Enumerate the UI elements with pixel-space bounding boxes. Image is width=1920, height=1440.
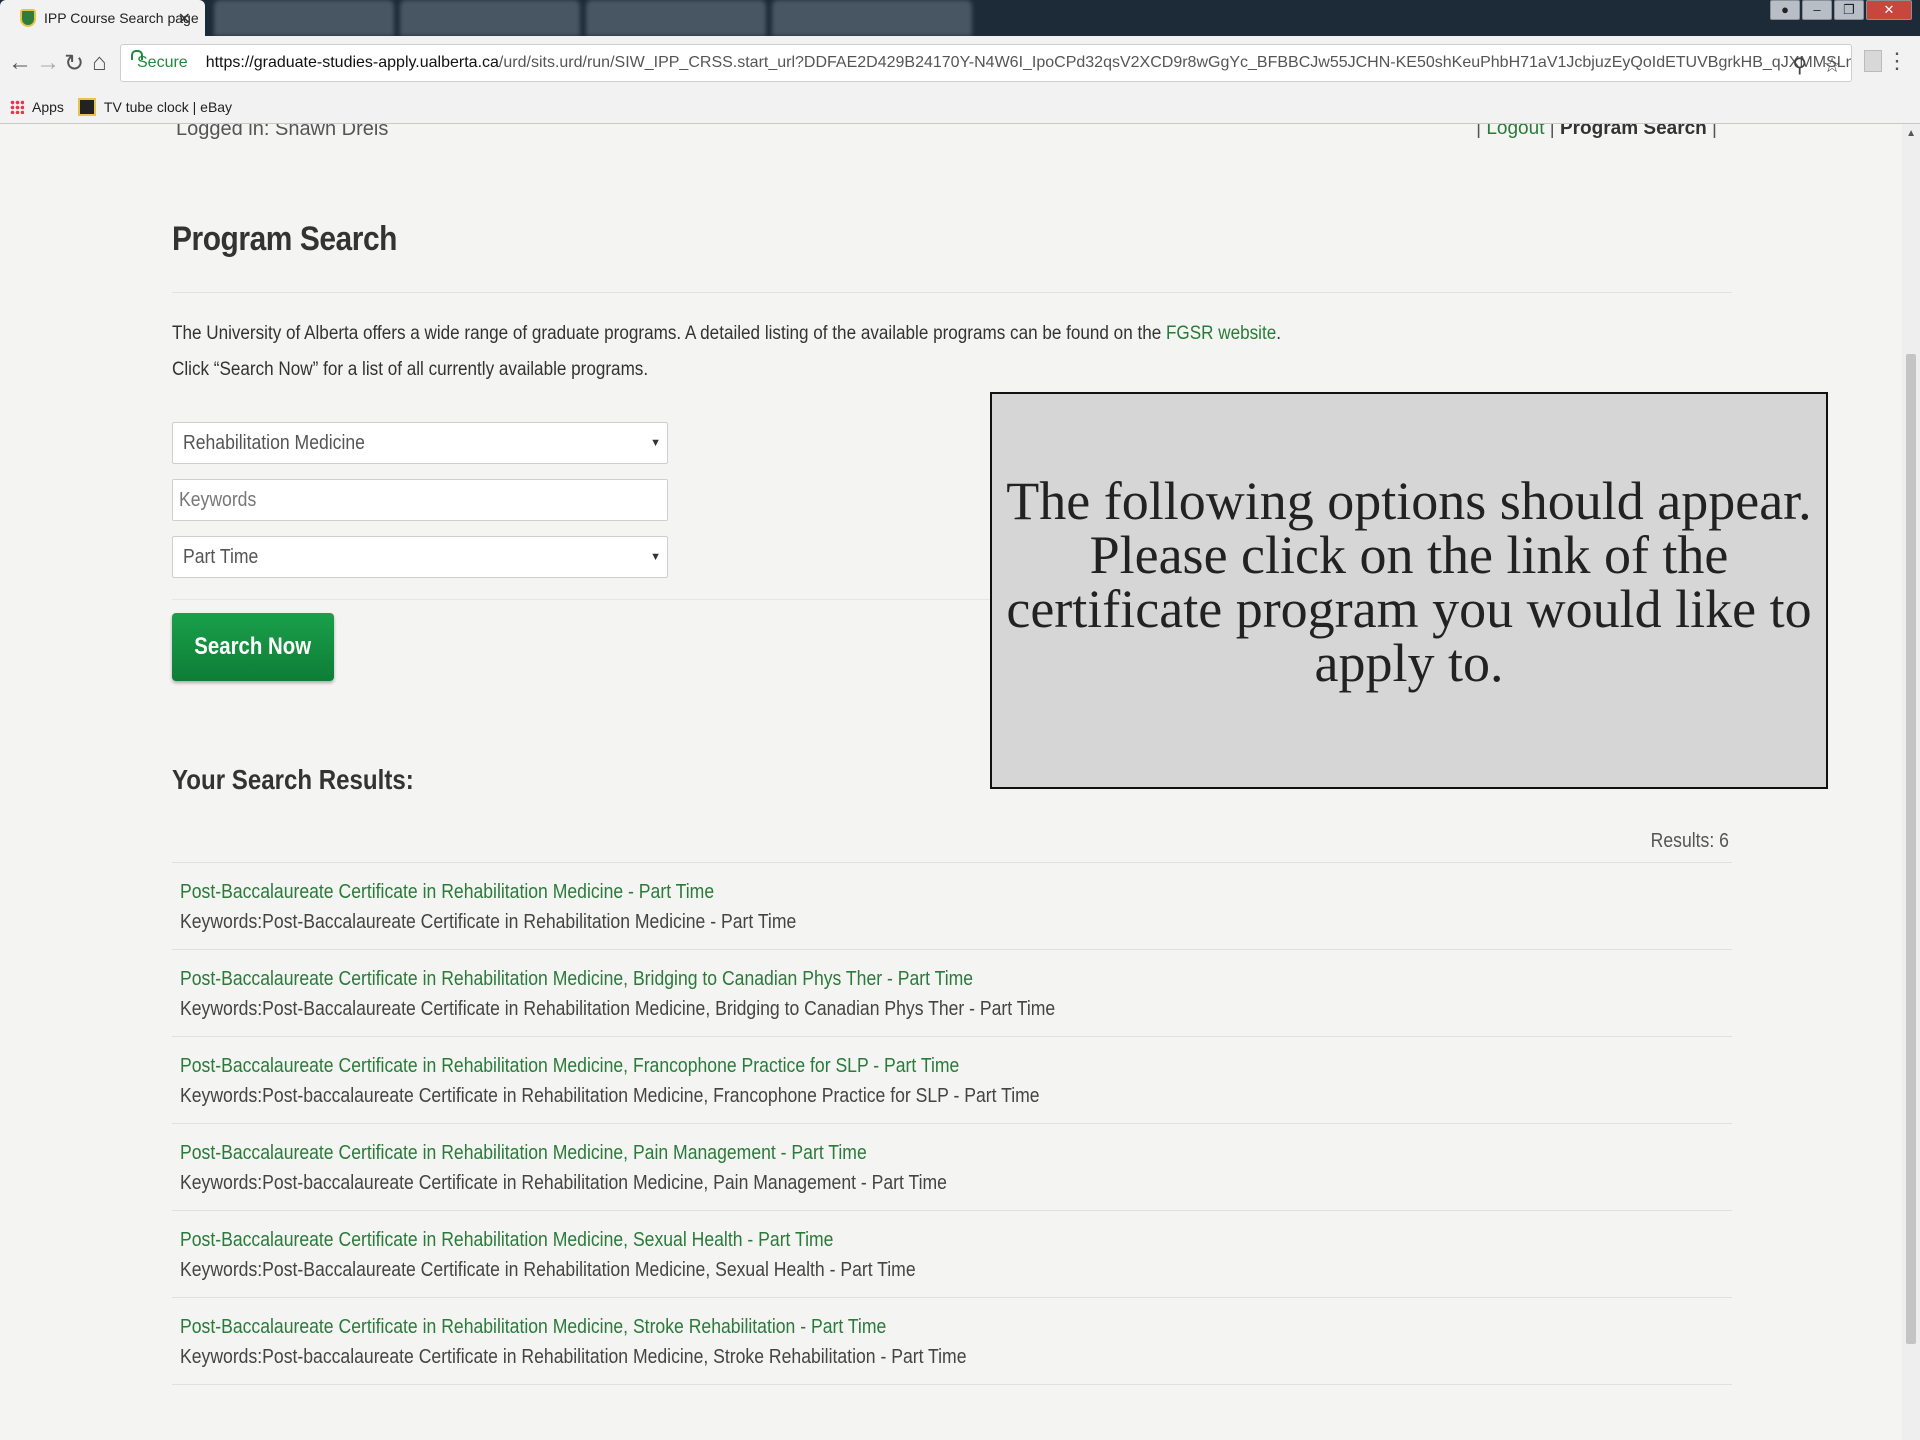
result-keywords: Keywords:Post-Baccalaureate Certificate … <box>180 998 1056 1020</box>
divider <box>172 599 992 600</box>
bookmark-label: TV tube clock | eBay <box>103 98 233 115</box>
result-keywords: Keywords:Post-baccalaureate Certificate … <box>180 1085 1040 1107</box>
program-search-link[interactable]: Program Search <box>1560 124 1707 139</box>
browser-tab[interactable] <box>400 0 580 36</box>
intro-text-span: The University of Alberta offers a wide … <box>172 323 1166 344</box>
bookmark-apps[interactable]: Apps <box>10 99 64 115</box>
list-item: Post-Baccalaureate Certificate in Rehabi… <box>172 950 1732 1037</box>
window-close-icon[interactable]: ✕ <box>1866 0 1912 20</box>
study-mode-select[interactable]: Part Time ▼ <box>172 536 668 578</box>
header-links: | Logout | Program Search | <box>1476 124 1717 140</box>
results-count: Results: 6 <box>1650 830 1729 852</box>
bookmark-star-icon[interactable]: ☆ <box>1823 53 1841 78</box>
list-item: Post-Baccalaureate Certificate in Rehabi… <box>172 1124 1732 1211</box>
department-select[interactable]: Rehabilitation Medicine ▼ <box>172 422 668 464</box>
extension-icon[interactable] <box>1864 50 1882 72</box>
result-keywords: Keywords:Post-Baccalaureate Certificate … <box>180 1259 916 1281</box>
result-link[interactable]: Post-Baccalaureate Certificate in Rehabi… <box>180 964 1546 994</box>
forward-arrow-icon[interactable]: → <box>36 49 60 77</box>
browser-toolbar: ← → ↻ ⌂ Secure https://graduate-studies-… <box>0 36 1920 90</box>
result-link[interactable]: Post-Baccalaureate Certificate in Rehabi… <box>180 1225 1546 1255</box>
result-keywords: Keywords:Post-baccalaureate Certificate … <box>180 1346 967 1368</box>
keywords-input[interactable]: Keywords <box>172 479 668 521</box>
divider <box>172 292 1732 293</box>
minimize-icon[interactable]: – <box>1802 0 1832 20</box>
menu-dots-icon[interactable]: ⋮ <box>1886 48 1908 74</box>
page-scrollbar[interactable]: ▲ <box>1902 124 1920 1440</box>
browser-tab[interactable] <box>586 0 766 36</box>
page-content: Logged in: Shawn Dreis | Logout | Progra… <box>0 124 1920 1440</box>
secure-label: Secure <box>137 54 188 71</box>
url-host: https://graduate-studies-apply.ualberta.… <box>205 54 499 71</box>
user-icon[interactable]: ● <box>1770 0 1800 20</box>
tab-title: IPP Course Search page <box>44 10 199 26</box>
search-now-label: Search Now <box>194 633 312 660</box>
browser-tab-strip: IPP Course Search page ✕ ● – ❐ ✕ <box>0 0 1920 36</box>
intro-period: . <box>1276 323 1281 344</box>
scrollbar-thumb[interactable] <box>1906 354 1916 1344</box>
back-arrow-icon[interactable]: ← <box>8 49 32 77</box>
list-item: Post-Baccalaureate Certificate in Rehabi… <box>172 1211 1732 1298</box>
window-controls: ● – ❐ ✕ <box>1770 0 1912 20</box>
department-select-value: Rehabilitation Medicine <box>183 432 365 454</box>
key-icon[interactable]: ⚲ <box>1792 53 1807 78</box>
reload-icon[interactable]: ↻ <box>64 49 84 78</box>
intro-text: The University of Alberta offers a wide … <box>172 316 1281 388</box>
results-list: Post-Baccalaureate Certificate in Rehabi… <box>172 862 1732 1385</box>
browser-tab[interactable] <box>772 0 972 36</box>
result-link[interactable]: Post-Baccalaureate Certificate in Rehabi… <box>180 1138 1546 1168</box>
intro-line-2: Click “Search Now” for a list of all cur… <box>172 359 649 380</box>
study-mode-select-value: Part Time <box>183 546 259 568</box>
result-link[interactable]: Post-Baccalaureate Certificate in Rehabi… <box>180 1312 1546 1342</box>
dropdown-caret-icon: ▼ <box>650 551 661 563</box>
apps-grid-icon <box>10 99 24 114</box>
list-item: Post-Baccalaureate Certificate in Rehabi… <box>172 1037 1732 1124</box>
university-shield-icon <box>20 9 36 27</box>
results-heading: Your Search Results: <box>172 764 414 795</box>
instruction-callout: The following options should appear. Ple… <box>990 392 1828 789</box>
keywords-placeholder: Keywords <box>179 489 257 511</box>
result-keywords: Keywords:Post-Baccalaureate Certificate … <box>180 911 797 933</box>
page-title: Program Search <box>172 220 397 258</box>
intro-line-1: The University of Alberta offers a wide … <box>172 316 1281 352</box>
bookmark-ebay[interactable]: TV tube clock | eBay <box>77 97 233 116</box>
result-link[interactable]: Post-Baccalaureate Certificate in Rehabi… <box>180 877 1546 907</box>
callout-text: The following options should appear. Ple… <box>1006 470 1812 693</box>
url-path: /urd/sits.urd/run/SIW_IPP_CRSS.start_url… <box>498 54 1852 71</box>
dropdown-caret-icon: ▼ <box>650 437 661 449</box>
search-now-button[interactable]: Search Now <box>172 613 334 681</box>
browser-tab-active[interactable]: IPP Course Search page ✕ <box>0 0 205 36</box>
address-bar[interactable]: Secure https://graduate-studies-apply.ua… <box>120 44 1852 82</box>
tab-close-icon[interactable]: ✕ <box>178 9 191 29</box>
logout-link[interactable]: Logout <box>1486 124 1544 139</box>
result-keywords: Keywords:Post-baccalaureate Certificate … <box>180 1172 947 1194</box>
bookmark-favicon-icon <box>77 97 96 116</box>
url-text: https://graduate-studies-apply.ualberta.… <box>205 54 1852 72</box>
result-link[interactable]: Post-Baccalaureate Certificate in Rehabi… <box>180 1051 1546 1081</box>
logged-in-user: Logged in: Shawn Dreis <box>176 124 389 140</box>
fgsr-website-link[interactable]: FGSR website <box>1166 323 1276 344</box>
bookmarks-bar: Apps TV tube clock | eBay <box>0 90 1920 124</box>
list-item: Post-Baccalaureate Certificate in Rehabi… <box>172 863 1732 950</box>
list-item: Post-Baccalaureate Certificate in Rehabi… <box>172 1298 1732 1385</box>
scroll-up-icon[interactable]: ▲ <box>1906 128 1916 139</box>
restore-icon[interactable]: ❐ <box>1834 0 1864 20</box>
browser-tab[interactable] <box>214 0 394 36</box>
bookmark-label: Apps <box>32 98 64 115</box>
home-icon[interactable]: ⌂ <box>92 49 107 77</box>
